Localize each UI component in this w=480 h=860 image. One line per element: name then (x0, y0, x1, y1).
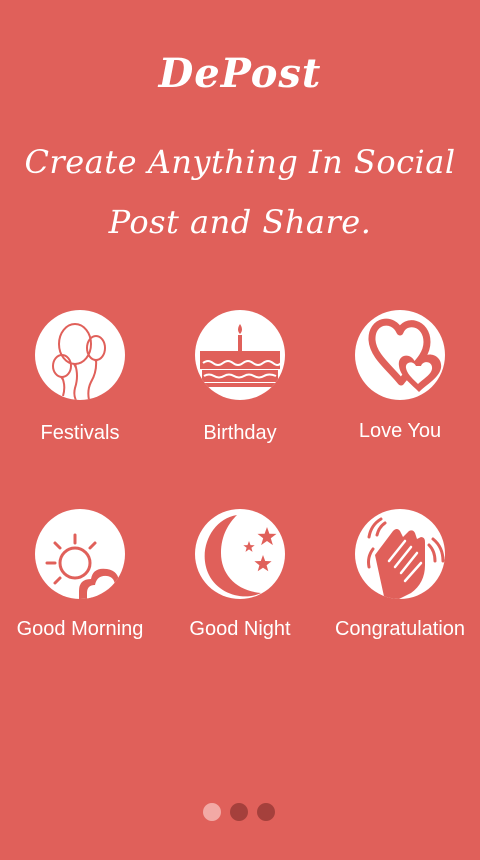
balloons-icon (35, 310, 125, 400)
category-festivals[interactable]: Festivals (0, 310, 160, 460)
birthday-cake-icon (195, 310, 285, 400)
moon-stars-icon (195, 509, 285, 599)
tagline-line-2: Post and Share. (108, 203, 372, 241)
app-title: DePost (158, 50, 322, 97)
page-dot-3[interactable] (257, 803, 275, 821)
page-dot-1[interactable] (203, 803, 221, 821)
clapping-hands-icon (355, 509, 445, 599)
tagline: Create Anything In Social Post and Share… (20, 132, 460, 252)
hearts-icon (355, 310, 445, 400)
category-good-night[interactable]: Good Night (160, 509, 320, 659)
category-label: Good Morning (16, 618, 144, 640)
page-dot-2[interactable] (230, 803, 248, 821)
category-good-morning[interactable]: Good Morning (0, 509, 160, 659)
category-love-you[interactable]: Love You (320, 310, 480, 460)
category-congratulation[interactable]: Congratulation (320, 509, 480, 659)
category-label: Birthday (203, 422, 277, 444)
category-label: Love You (358, 420, 442, 442)
category-label: Congratulation (334, 618, 466, 640)
category-label: Festivals (40, 422, 120, 444)
tagline-line-1: Create Anything In Social (24, 143, 456, 181)
category-label: Good Night (189, 618, 291, 640)
category-birthday[interactable]: Birthday (160, 310, 320, 460)
sun-cloud-icon (35, 509, 125, 599)
